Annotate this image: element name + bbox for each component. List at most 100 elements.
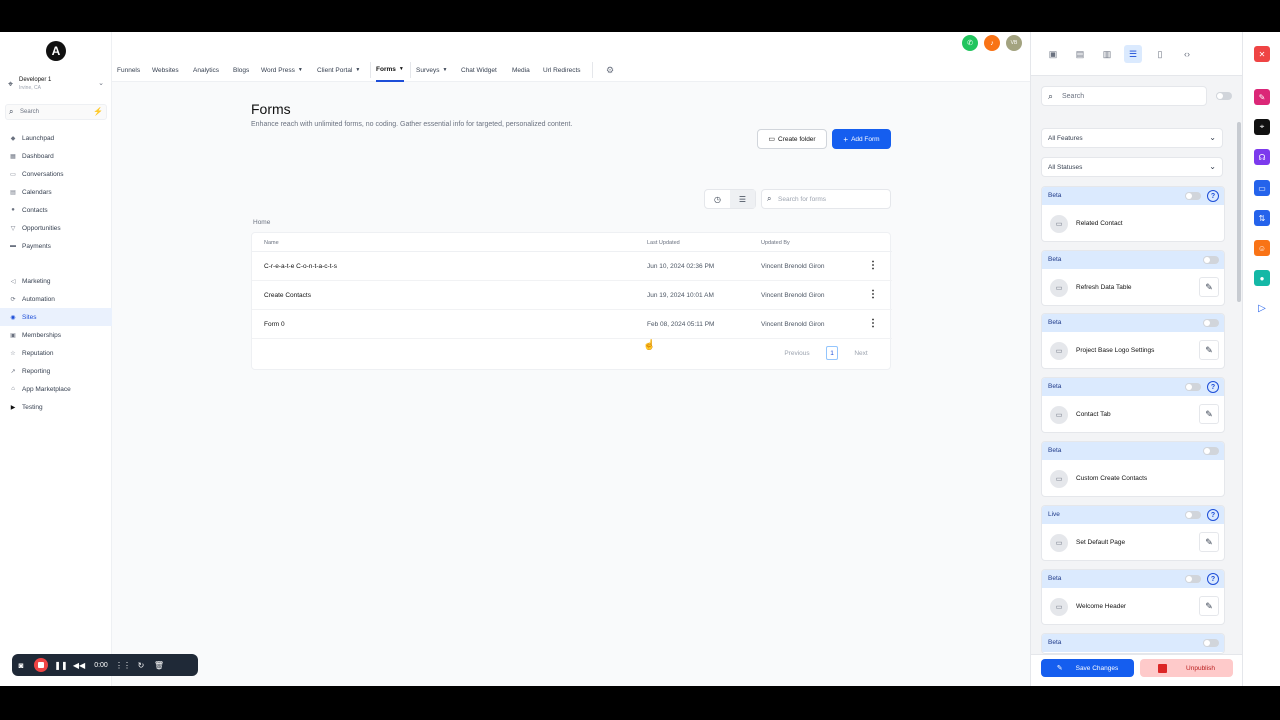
help-icon[interactable]: ?	[1207, 573, 1219, 585]
tab-forms[interactable]: Forms ▼	[376, 58, 404, 82]
contact-icon[interactable]: ☺	[1254, 240, 1270, 256]
sidebar-item-dashboard[interactable]: ▦ Dashboard	[0, 147, 112, 165]
feature-toggle[interactable]	[1203, 447, 1219, 455]
feature-toggle[interactable]	[1185, 511, 1201, 519]
location-icon[interactable]: ⌖	[1254, 119, 1270, 135]
page-number-button[interactable]: 1	[826, 346, 838, 360]
restart-icon[interactable]: ↻	[132, 661, 150, 670]
statuses-select[interactable]: All Statuses ⌄	[1041, 157, 1223, 177]
edit-icon[interactable]: ✎	[1199, 340, 1219, 360]
breadcrumb[interactable]: Home	[253, 219, 270, 226]
table-row[interactable]: C-r-e-a-t-e C-o-n-t-a-c-t-s Jun 10, 2024…	[252, 252, 892, 281]
location-switcher[interactable]: ⌖ Developer 1 Irvine, CA ⌄	[5, 75, 107, 97]
tab-websites[interactable]: Websites	[152, 58, 179, 82]
camera-icon[interactable]: ◙	[12, 661, 30, 670]
table-row[interactable]: Form 0 Feb 08, 2024 05:11 PM Vincent Bre…	[252, 310, 892, 339]
pause-icon[interactable]: ❚❚	[52, 661, 70, 670]
save-changes-button[interactable]: ✎ Save Changes	[1041, 659, 1134, 677]
feature-toggle[interactable]	[1185, 383, 1201, 391]
sidebar-item-reporting[interactable]: ↗ Reporting	[0, 362, 112, 380]
column-header-updated-by[interactable]: Updated By	[761, 240, 790, 246]
help-icon[interactable]: ?	[1207, 190, 1219, 202]
edit-icon[interactable]: ✎	[1199, 404, 1219, 424]
add-form-button[interactable]: + Add Form	[832, 129, 891, 149]
trash-icon[interactable]: 🗑	[150, 661, 168, 670]
stop-recording-button[interactable]	[34, 658, 48, 672]
document-icon[interactable]: ▤	[1071, 45, 1089, 63]
tab-blogs[interactable]: Blogs	[233, 58, 249, 82]
layout-icon[interactable]: ▣	[1044, 45, 1062, 63]
settings-sliders-icon[interactable]: ☰	[1124, 45, 1142, 63]
search-forms-input[interactable]: ⌕ Search for forms	[761, 189, 891, 209]
tab-client-portal[interactable]: Client Portal ▼	[317, 58, 360, 82]
feature-toggle[interactable]	[1185, 575, 1201, 583]
next-page-button[interactable]: Next	[846, 346, 876, 360]
scrollbar-thumb[interactable]	[1237, 122, 1241, 302]
sidebar-search[interactable]: ⌕ Search ⚡	[5, 104, 107, 120]
close-icon[interactable]: ✕	[1254, 46, 1270, 62]
tab-funnels[interactable]: Funnels	[117, 58, 140, 82]
card-icon[interactable]: ▭	[1254, 180, 1270, 196]
tab-url-redirects[interactable]: Url Redirects	[543, 58, 581, 82]
table-row[interactable]: Create Contacts Jun 19, 2024 10:01 AM Vi…	[252, 281, 892, 310]
form-name[interactable]: C-r-e-a-t-e C-o-n-t-a-c-t-s	[264, 263, 337, 270]
feature-toggle[interactable]	[1203, 639, 1219, 647]
more-options-icon[interactable]: ⋮	[868, 260, 878, 271]
create-folder-button[interactable]: ▭ Create folder	[757, 129, 827, 149]
history-icon[interactable]: ◷	[705, 190, 730, 208]
grid-icon[interactable]: ⋮⋮	[114, 661, 132, 670]
phone-icon[interactable]: ✆	[962, 35, 978, 51]
rewind-icon[interactable]: ◀◀	[70, 661, 88, 670]
sidebar-item-launchpad[interactable]: ◆ Launchpad	[0, 129, 112, 147]
columns-icon[interactable]: ▥	[1098, 45, 1116, 63]
sidebar-item-payments[interactable]: ▬ Payments	[0, 237, 112, 255]
previous-page-button[interactable]: Previous	[776, 346, 818, 360]
sidebar-item-marketing[interactable]: ◁ Marketing	[0, 272, 112, 290]
sidebar-item-app-marketplace[interactable]: ⌂ App Marketplace	[0, 380, 112, 398]
code-icon[interactable]: ‹›	[1178, 45, 1196, 63]
gear-icon[interactable]: ⚙	[606, 58, 614, 82]
list-view-icon[interactable]: ☰	[730, 190, 755, 208]
sidebar-item-conversations[interactable]: ▭ Conversations	[0, 165, 112, 183]
feature-toggle[interactable]	[1203, 319, 1219, 327]
circle-icon[interactable]: ●	[1254, 270, 1270, 286]
tab-word-press[interactable]: Word Press ▼	[261, 58, 303, 82]
panel-toggle[interactable]	[1216, 92, 1232, 100]
unpublish-button[interactable]: Unpublish	[1140, 659, 1233, 677]
tab-surveys[interactable]: Surveys ▼	[416, 58, 447, 82]
tab-media[interactable]: Media	[512, 58, 530, 82]
form-name[interactable]: Form 0	[264, 321, 285, 328]
more-options-icon[interactable]: ⋮	[868, 318, 878, 329]
sidebar-item-memberships[interactable]: ▣ Memberships	[0, 326, 112, 344]
sidebar-item-contacts[interactable]: ● Contacts	[0, 201, 112, 219]
avatar[interactable]: VB	[1006, 35, 1022, 51]
mouse-icon[interactable]: ▯	[1151, 45, 1169, 63]
more-options-icon[interactable]: ⋮	[868, 289, 878, 300]
sidebar-item-testing[interactable]: ▶ Testing	[0, 398, 112, 416]
column-header-last-updated[interactable]: Last Updated	[647, 240, 680, 246]
sidebar-item-opportunities[interactable]: ▽ Opportunities	[0, 219, 112, 237]
panel-search-input[interactable]: ⌕ Search	[1041, 86, 1207, 106]
help-icon[interactable]: ?	[1207, 381, 1219, 393]
sidebar-item-automation[interactable]: ⟳ Automation	[0, 290, 112, 308]
feature-toggle[interactable]	[1185, 192, 1201, 200]
tab-analytics[interactable]: Analytics	[193, 58, 219, 82]
features-select[interactable]: All Features ⌄	[1041, 128, 1223, 148]
help-icon[interactable]: ?	[1207, 509, 1219, 521]
headset-icon[interactable]: ☊	[1254, 149, 1270, 165]
lightning-icon[interactable]: ⚡	[93, 107, 103, 116]
edit-icon[interactable]: ✎	[1199, 532, 1219, 552]
column-header-name[interactable]: Name	[264, 240, 279, 246]
sort-icon[interactable]: ⇅	[1254, 210, 1270, 226]
feature-toggle[interactable]	[1203, 256, 1219, 264]
sidebar-item-calendars[interactable]: ▤ Calendars	[0, 183, 112, 201]
play-icon[interactable]: ▷	[1254, 300, 1270, 316]
sidebar-item-reputation[interactable]: ☆ Reputation	[0, 344, 112, 362]
edit-icon[interactable]: ✎	[1199, 596, 1219, 616]
app-logo[interactable]: A	[46, 41, 66, 61]
bell-icon[interactable]: ♪	[984, 35, 1000, 51]
edit-icon[interactable]: ✎	[1199, 277, 1219, 297]
sidebar-item-sites[interactable]: ◉ Sites	[0, 308, 112, 326]
tab-chat-widget[interactable]: Chat Widget	[461, 58, 497, 82]
pencil-icon[interactable]: ✎	[1254, 89, 1270, 105]
